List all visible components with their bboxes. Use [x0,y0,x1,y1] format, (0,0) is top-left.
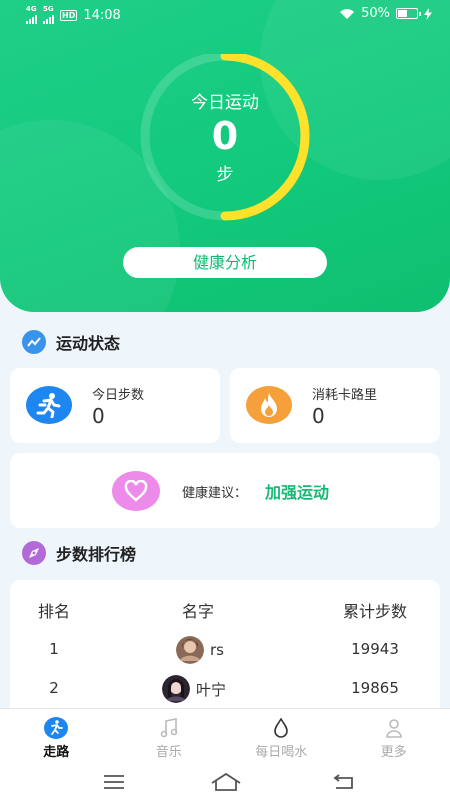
tab-water-label: 每日喝水 [255,745,308,760]
avatar [176,636,204,664]
ranking-section-header: 步数排行榜 [22,541,136,565]
network-type-2: 5G [43,5,54,13]
health-analysis-button[interactable]: 健康分析 [123,247,327,278]
status-bar: 4G 5G HD 14:08 50% [0,0,450,28]
column-header-name: 名字 [182,602,215,621]
activity-section-title: 运动状态 [56,334,121,353]
row-rank: 1 [49,640,59,658]
row-name: 叶宁 [196,680,227,699]
charging-icon [424,7,432,20]
row-steps: 19943 [351,640,399,658]
steps-label: 今日步数 [92,388,145,403]
row-steps: 19865 [351,679,399,697]
tab-music[interactable]: 音乐 [113,709,226,764]
back-icon[interactable] [330,770,358,794]
steps-card: 今日步数 0 [10,368,220,443]
row-rank: 2 [49,679,59,697]
battery-icon [396,8,421,19]
status-time: 14:08 [83,7,121,23]
battery-percent: 50% [361,6,390,21]
tab-more-label: 更多 [380,745,407,760]
system-nav-bar [0,764,450,800]
tab-more[interactable]: 更多 [338,709,450,764]
ring-step-count: 0 [211,114,239,158]
health-advice-card: 健康建议： 加强运动 [10,453,440,528]
tab-walk[interactable]: 走路 [0,709,113,764]
advice-label: 健康建议： [182,486,248,501]
column-header-rank: 排名 [37,602,70,621]
ranking-table: 排名 名字 累计步数 1 rs 19943 2 叶宁 19865 [10,580,440,720]
trend-icon [22,330,46,354]
hd-voice-badge: HD [60,9,78,21]
avatar [162,675,190,703]
ring-unit: 步 [216,165,234,185]
menu-icon[interactable] [100,770,128,794]
flame-icon [246,386,292,424]
activity-section-header: 运动状态 [22,330,120,354]
network-type-1: 4G [26,5,37,13]
heart-icon [112,471,160,511]
steps-value: 0 [92,404,105,428]
table-row[interactable]: 2 叶宁 19865 [10,671,440,707]
water-drop-icon [269,717,293,739]
advice-value: 加强运动 [265,483,330,502]
table-row[interactable]: 1 rs 19943 [10,632,440,668]
signal-icon [26,13,37,24]
tab-music-label: 音乐 [155,745,182,760]
calories-label: 消耗卡路里 [312,388,378,403]
wifi-icon [340,8,355,19]
ranking-section-title: 步数排行榜 [56,545,137,564]
home-icon[interactable] [210,770,242,794]
calories-card: 消耗卡路里 0 [230,368,440,443]
column-header-steps: 累计步数 [342,602,407,621]
tab-water[interactable]: 每日喝水 [225,709,338,764]
running-icon [26,386,72,424]
row-name: rs [210,641,224,659]
ring-title: 今日运动 [191,93,259,113]
person-icon [382,717,406,739]
hero-panel: 4G 5G HD 14:08 50% 今日运动 0 步 健康分析 [0,0,450,312]
bottom-tab-bar: 走路 音乐 每日喝水 更多 [0,708,450,764]
signal-icon-2 [43,13,54,24]
tab-walk-label: 走路 [43,745,70,760]
music-icon [157,717,181,739]
walk-icon [44,717,69,739]
calories-value: 0 [312,404,325,428]
compass-icon [22,541,46,565]
